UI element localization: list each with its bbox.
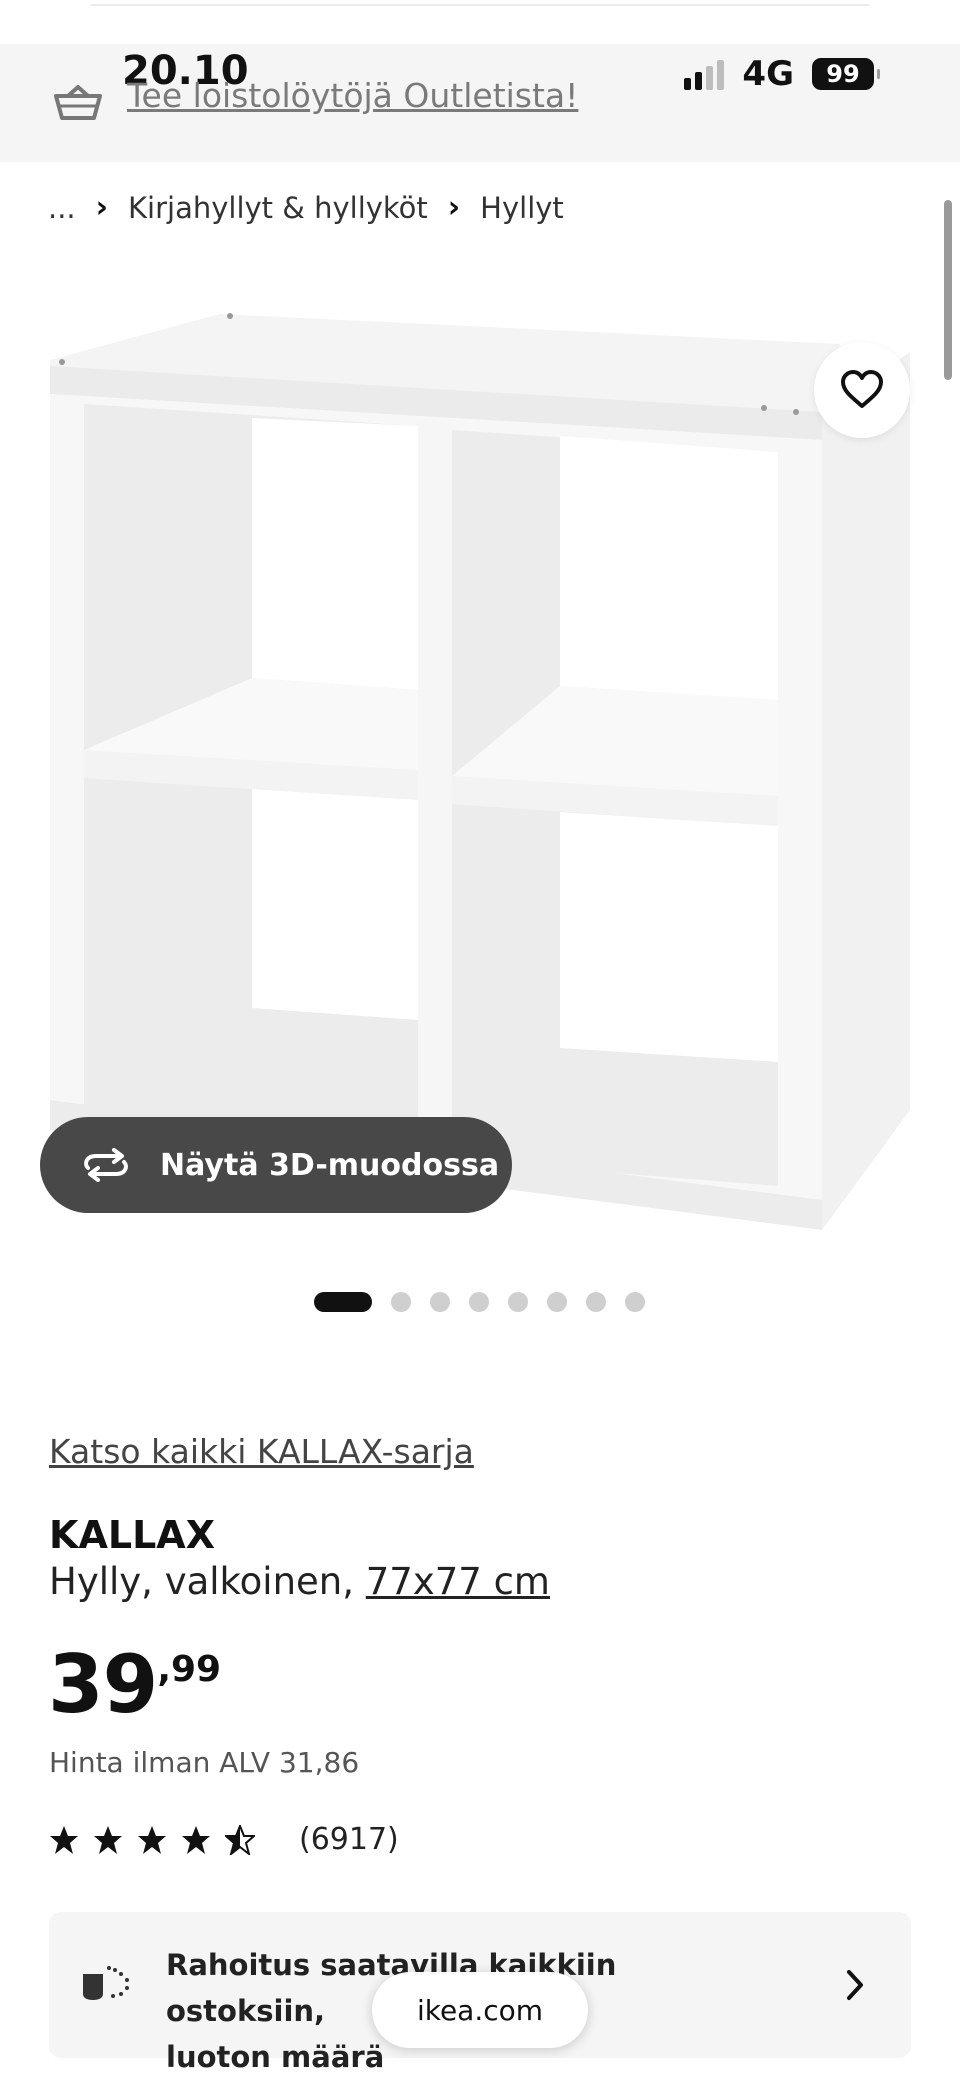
series-link[interactable]: Katso kaikki KALLAX-sarja	[49, 1432, 474, 1471]
status-indicators: 4G 99	[684, 54, 880, 94]
size-link[interactable]: 77x77 cm	[366, 1560, 550, 1603]
scrollbar[interactable]	[944, 200, 952, 380]
chevron-right-icon	[847, 1970, 863, 2000]
product-name: KALLAX	[49, 1513, 215, 1557]
heart-icon	[841, 370, 883, 408]
carousel-dot[interactable]	[469, 1292, 489, 1312]
chevron-right-icon: ›	[95, 190, 109, 225]
product-page: 20.10 4G 99 Tee loistolöytöjä Outletista…	[0, 0, 960, 2081]
star-icon	[94, 1825, 122, 1854]
half-star-icon	[225, 1824, 255, 1855]
breadcrumb: ... › Kirjahyllyt & hyllyköt › Hyllyt	[48, 190, 564, 225]
breadcrumb-item-shelves[interactable]: Hyllyt	[480, 191, 564, 225]
network-label: 4G	[742, 54, 794, 94]
breadcrumb-item-bookcases[interactable]: Kirjahyllyt & hyllyköt	[128, 191, 428, 225]
favourite-button[interactable]	[814, 342, 910, 438]
view-3d-label: Näytä 3D-muodossa	[160, 1147, 500, 1183]
top-strip	[0, 0, 960, 44]
address-bar[interactable]: ikea.com	[372, 1972, 588, 2048]
view-3d-button[interactable]: Näytä 3D-muodossa	[40, 1117, 512, 1213]
outlet-promo-link[interactable]: Tee loistolöytöjä Outletista!	[127, 76, 578, 115]
star-icon	[50, 1825, 78, 1854]
review-count: (6917)	[299, 1822, 399, 1857]
breadcrumb-ellipsis[interactable]: ...	[48, 191, 76, 225]
carousel-dot[interactable]	[508, 1292, 528, 1312]
carousel-dot[interactable]	[391, 1292, 411, 1312]
financing-icon	[83, 1966, 129, 2000]
signal-icon	[684, 58, 725, 90]
image-carousel-dots	[314, 1292, 645, 1312]
carousel-dot[interactable]	[314, 1292, 372, 1312]
price-without-vat: Hinta ilman ALV 31,86	[49, 1746, 360, 1779]
price: 39 ,99	[48, 1640, 221, 1730]
product-image[interactable]	[40, 300, 920, 1260]
carousel-dot[interactable]	[430, 1292, 450, 1312]
carousel-dot[interactable]	[547, 1292, 567, 1312]
product-description: Hylly, valkoinen, 77x77 cm	[49, 1560, 550, 1603]
carousel-dot[interactable]	[625, 1292, 645, 1312]
shopping-basket-icon[interactable]	[52, 84, 104, 124]
price-decimal: ,99	[157, 1649, 222, 1690]
battery-icon: 99	[812, 58, 880, 90]
star-icon	[138, 1825, 166, 1854]
chevron-right-icon: ›	[447, 190, 461, 225]
url-text: ikea.com	[416, 1993, 544, 2027]
star-icon	[182, 1825, 210, 1854]
rotate-3d-icon	[84, 1148, 128, 1182]
carousel-dot[interactable]	[586, 1292, 606, 1312]
price-integer: 39	[48, 1638, 158, 1731]
promo-banner: 20.10 4G 99 Tee loistolöytöjä Outletista…	[0, 44, 960, 162]
rating[interactable]: (6917)	[49, 1822, 399, 1857]
top-divider	[90, 4, 870, 6]
product-type: Hylly, valkoinen,	[49, 1560, 366, 1603]
